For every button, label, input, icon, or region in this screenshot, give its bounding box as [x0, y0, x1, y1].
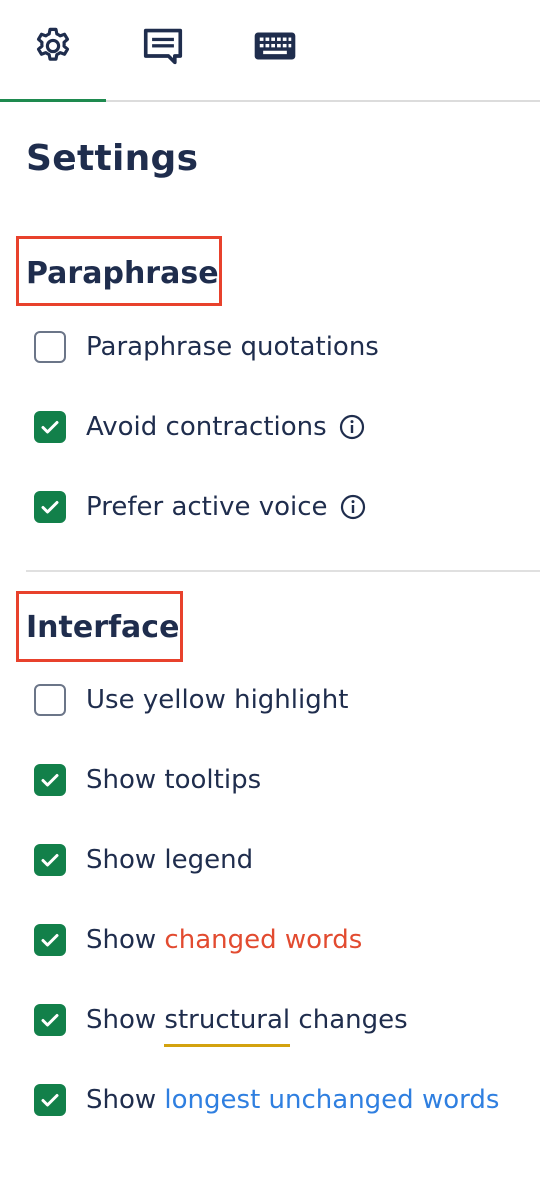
chat-icon: [141, 26, 185, 66]
tab-bar: [0, 0, 540, 102]
tab-chat[interactable]: [110, 0, 216, 100]
option-paraphrase-quotations[interactable]: Paraphrase quotations: [34, 327, 379, 367]
checkmark-icon: [41, 421, 59, 434]
checkbox-show-longest-unchanged-words[interactable]: [34, 1084, 66, 1116]
section-divider: [26, 570, 540, 572]
checkmark-icon: [41, 854, 59, 867]
checkbox-show-tooltips[interactable]: [34, 764, 66, 796]
tab-settings[interactable]: [0, 0, 106, 102]
option-label: Show structural changes: [86, 1003, 408, 1047]
tab-keyboard[interactable]: [222, 0, 328, 100]
section-title-interface: Interface: [26, 610, 180, 645]
option-label: Show tooltips: [86, 765, 262, 795]
checkmark-icon: [41, 1014, 59, 1027]
checkbox-paraphrase-quotations[interactable]: [34, 331, 66, 363]
keyboard-icon: [253, 30, 297, 62]
option-use-yellow-highlight[interactable]: Use yellow highlight: [34, 680, 348, 720]
label-prefix: Show: [86, 1005, 157, 1035]
option-label: Show legend: [86, 845, 254, 875]
checkbox-use-yellow-highlight[interactable]: [34, 684, 66, 716]
label-prefix: Show: [86, 925, 157, 955]
longest-unchanged-sample: longest unchanged words: [164, 1085, 500, 1115]
option-show-changed-words[interactable]: Show changed words: [34, 920, 362, 960]
checkbox-prefer-active-voice[interactable]: [20, 477, 84, 541]
option-show-legend[interactable]: Show legend: [34, 840, 253, 880]
label-suffix: changes: [298, 1005, 408, 1035]
checkbox-show-structural-changes[interactable]: [34, 1004, 66, 1036]
label-prefix: Show: [86, 1085, 157, 1115]
checkbox-show-changed-words[interactable]: [34, 924, 66, 956]
option-label: Avoid contractions: [86, 412, 327, 442]
option-label: Use yellow highlight: [86, 685, 349, 715]
info-icon[interactable]: [340, 494, 366, 520]
info-icon[interactable]: [339, 414, 365, 440]
option-label: Paraphrase quotations: [86, 332, 379, 362]
page-title: Settings: [26, 138, 199, 179]
section-title-paraphrase: Paraphrase: [26, 256, 219, 291]
option-label: Show changed words: [86, 923, 362, 957]
checkmark-icon: [41, 1094, 59, 1107]
checkbox-show-legend[interactable]: [34, 844, 66, 876]
structural-sample: structural: [164, 1005, 291, 1047]
option-label: Prefer active voice: [86, 492, 328, 522]
option-prefer-active-voice[interactable]: Prefer active voice: [20, 477, 366, 541]
gear-icon: [32, 25, 74, 67]
option-show-longest-unchanged-words[interactable]: Show longest unchanged words: [34, 1080, 499, 1120]
checkmark-icon: [41, 934, 59, 947]
option-show-tooltips[interactable]: Show tooltips: [34, 760, 261, 800]
checkmark-icon: [41, 774, 59, 787]
option-show-structural-changes[interactable]: Show structural changes: [34, 1000, 408, 1047]
checkmark-icon: [41, 501, 59, 514]
checkbox-avoid-contractions[interactable]: [34, 411, 66, 443]
option-label: Show longest unchanged words: [86, 1083, 499, 1117]
option-avoid-contractions[interactable]: Avoid contractions: [34, 407, 365, 447]
changed-words-sample: changed words: [164, 925, 363, 955]
